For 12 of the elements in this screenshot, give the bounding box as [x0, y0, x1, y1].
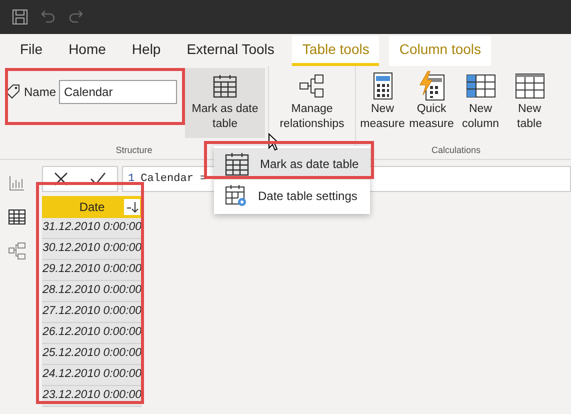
table-cell: 31.12.2010 0:00:00: [42, 218, 142, 239]
name-label: Name: [24, 84, 56, 101]
group-label: Structure: [114, 144, 154, 156]
table-cell: 27.12.2010 0:00:00: [42, 302, 142, 323]
table-cell: 30.12.2010 0:00:00: [42, 239, 142, 260]
table-cell: 28.12.2010 0:00:00: [42, 281, 142, 302]
table-cell: 25.12.2010 0:00:00: [42, 344, 142, 365]
table-cell: 29.12.2010 0:00:00: [42, 260, 142, 281]
table-cell: 24.12.2010 0:00:00: [42, 365, 142, 386]
group-label: Calculations: [430, 144, 482, 156]
line-number: 1: [128, 172, 135, 187]
table-cell: 26.12.2010 0:00:00: [42, 323, 142, 344]
